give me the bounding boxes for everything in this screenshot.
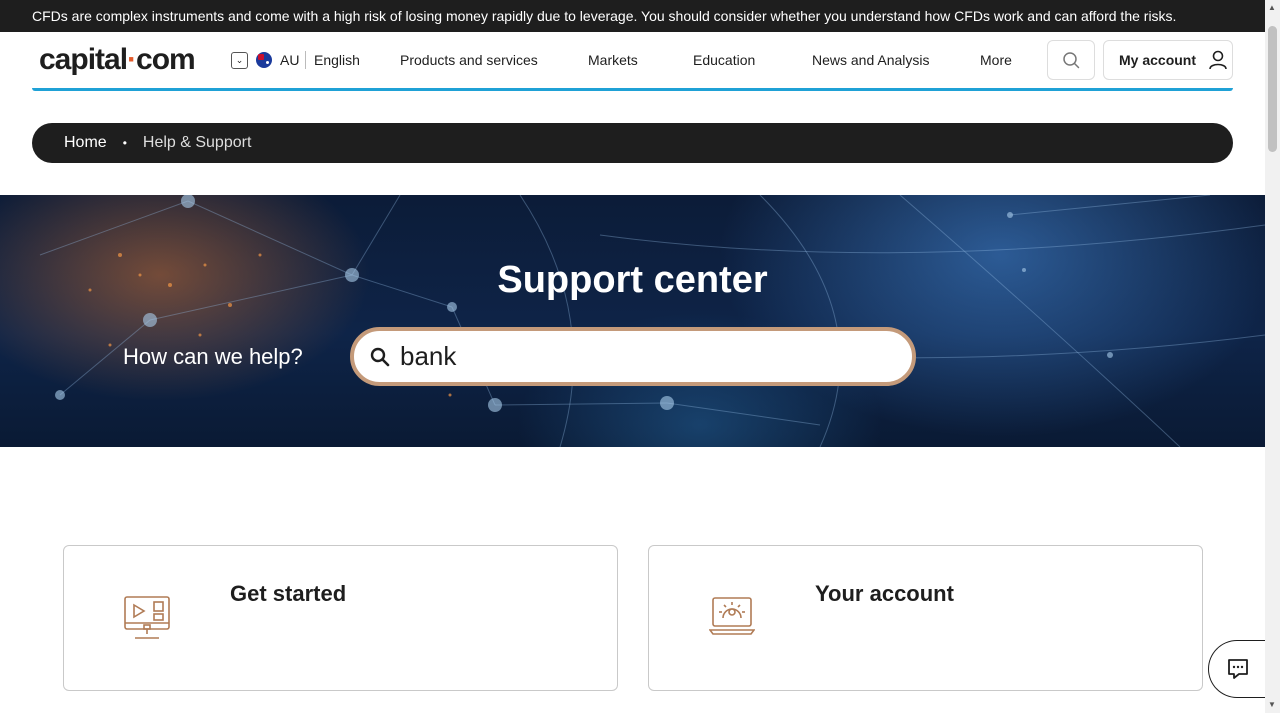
breadcrumb-home[interactable]: Home xyxy=(64,123,107,163)
logo-text-right: com xyxy=(136,43,196,76)
breadcrumb-current: Help & Support xyxy=(142,134,252,151)
capital-com-logo[interactable]: capital·com xyxy=(39,43,196,77)
scrollbar-thumb[interactable] xyxy=(1268,26,1277,152)
site-header: capital·com ⌄ AU English Products and se… xyxy=(0,32,1265,88)
header-search-button[interactable] xyxy=(1047,40,1095,80)
chevron-down-icon[interactable]: ⌄ xyxy=(231,52,248,69)
network-background xyxy=(39,195,1265,447)
card-title-your-account: Your account xyxy=(815,581,954,606)
region-selector[interactable]: AU xyxy=(280,51,299,69)
page-scrollbar[interactable]: ▲ ▼ xyxy=(1265,0,1280,713)
search-icon xyxy=(1063,52,1080,69)
nav-products-and-services[interactable]: Products and services xyxy=(400,51,538,69)
scroll-down-arrow-icon[interactable]: ▼ xyxy=(1268,700,1276,709)
support-search-box[interactable] xyxy=(350,327,916,386)
card-get-started[interactable]: Get started xyxy=(63,545,618,691)
monitor-play-icon xyxy=(124,596,170,639)
chat-icon xyxy=(1227,659,1248,679)
laptop-gear-icon xyxy=(709,597,755,635)
breadcrumb-separator: • xyxy=(122,136,127,150)
language-selector[interactable]: English xyxy=(314,51,360,69)
nav-news-and-analysis[interactable]: News and Analysis xyxy=(812,51,930,69)
logo-dot: · xyxy=(127,43,137,76)
my-account-button[interactable]: My account xyxy=(1103,40,1233,80)
support-center-title: Support center xyxy=(497,259,768,301)
risk-warning-bar: CFDs are complex instruments and come wi… xyxy=(0,0,1265,32)
nav-education[interactable]: Education xyxy=(693,51,755,69)
chat-button[interactable] xyxy=(1208,640,1266,698)
scroll-up-arrow-icon[interactable]: ▲ xyxy=(1268,3,1276,12)
breadcrumb: Home • Help & Support xyxy=(32,123,1233,163)
search-icon xyxy=(370,347,390,366)
card-title-get-started: Get started xyxy=(230,581,347,606)
header-accent-line xyxy=(32,88,1233,91)
user-icon xyxy=(1209,50,1227,70)
support-search-input[interactable] xyxy=(400,341,870,372)
card-your-account[interactable]: Your account xyxy=(648,545,1203,691)
logo-text-left: capital xyxy=(39,43,128,76)
support-hero: Support center How can we help? xyxy=(0,195,1265,447)
nav-markets[interactable]: Markets xyxy=(588,51,638,69)
search-prompt-label: How can we help? xyxy=(123,344,303,369)
australia-flag-icon xyxy=(256,52,272,68)
risk-warning-text: CFDs are complex instruments and come wi… xyxy=(32,8,1177,24)
nav-more[interactable]: More xyxy=(980,51,1012,69)
language-divider xyxy=(305,51,306,69)
my-account-label: My account xyxy=(1119,52,1197,68)
